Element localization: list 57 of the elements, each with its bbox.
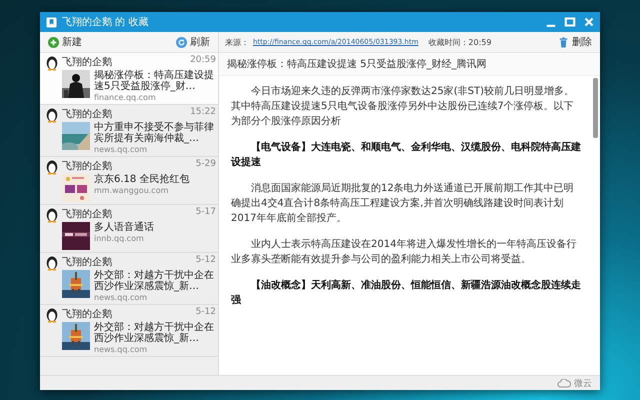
item-headline: 京东6.18 全民抢红包 [94, 174, 190, 185]
new-button[interactable]: 新建 [46, 35, 84, 49]
author-name: 飞翔的企鹅 [62, 256, 112, 269]
penguin-icon [45, 107, 59, 123]
favorite-item[interactable]: 飞翔的企鹅 5-17 多人语音通话 innb.qq.com [40, 205, 218, 253]
author-name: 飞翔的企鹅 [62, 208, 112, 221]
item-time: 5-12 [196, 255, 216, 267]
penguin-icon [45, 255, 59, 271]
author-name: 飞翔的企鹅 [62, 160, 112, 173]
paragraph: 今日市场迎来久违的反弹两市涨停家数达25家(非ST)较前几日明显增多。其中特高压建设提速5只电气设备股涨停另外中达股份已连续7个涨停板。以下为部分个股涨停原因分析 [231, 84, 575, 129]
scrollbar[interactable] [593, 78, 598, 138]
favorite-item[interactable]: 飞翔的企鹅 20:59 揭秘涨停板：特高压建设提速5只受益股涨停_财… finance.qq.com [40, 53, 218, 105]
item-domain: mm.wanggou.com [94, 186, 170, 195]
paragraph: 业内人士表示特高压建设在2014年将进入爆发性增长的一年特高压设备行业多寡头垄断能有效提升参与公司的盈利能力相关上市公司将受益。 [231, 238, 578, 267]
item-time: 5-17 [196, 207, 216, 219]
cloud-icon [557, 378, 571, 388]
maximize-icon[interactable] [563, 15, 577, 29]
item-domain: news.qq.com [94, 293, 148, 302]
item-domain: finance.qq.com [94, 93, 157, 102]
author-name: 飞翔的企鹅 [62, 308, 112, 321]
favorite-item[interactable]: 飞翔的企鹅 15:22 中方重申不接受不参与菲律宾所提有关南海仲裁_… news.qq.com [40, 105, 218, 157]
penguin-icon [45, 207, 59, 223]
penguin-icon [45, 307, 59, 323]
trash-icon [558, 36, 569, 48]
saved-time: 收藏时间：20:59 [428, 36, 492, 48]
penguin-icon [45, 159, 59, 175]
item-headline: 中方重申不接受不参与菲律宾所提有关南海仲裁_… [94, 122, 215, 144]
refresh-button[interactable]: 刷新 [174, 35, 212, 49]
item-domain: news.qq.com [94, 345, 148, 354]
item-time: 5-29 [196, 159, 216, 171]
penguin-icon [45, 55, 59, 71]
section-heading: 【油改概念】天利高新、准油股份、恒能恒信、新疆浩源油改概念股连续走强 [231, 278, 581, 308]
item-time: 20:59 [190, 55, 216, 67]
article-title: 揭秘涨停板：特高压建设提速 5只受益股涨停_财经_腾讯网 [219, 53, 600, 76]
item-time: 5-12 [196, 307, 216, 319]
item-domain: innb.qq.com [94, 234, 145, 243]
close-icon[interactable] [582, 15, 596, 29]
item-headline: 多人语音通话 [94, 222, 155, 233]
author-name: 飞翔的企鹅 [62, 108, 112, 121]
delete-button[interactable]: 删除 [556, 35, 594, 49]
refresh-icon [176, 36, 187, 48]
plus-icon [48, 36, 59, 48]
item-headline: 外交部：对越方干扰中企在西沙作业深感震惊_新… [94, 270, 215, 292]
section-heading: 【电气设备】大连电瓷、和顺电气、金利华电、汉缆股份、电科院特高压建设提速 [231, 140, 581, 170]
favorite-item[interactable]: 飞翔的企鹅 5-12 外交部：对越方干扰中企在西沙作业深感震惊_新… news.qq.com [40, 305, 218, 357]
author-name: 飞翔的企鹅 [62, 56, 112, 69]
item-headline: 外交部：对越方干扰中企在西沙作业深感震惊_新… [94, 322, 215, 344]
item-time: 15:22 [190, 107, 216, 119]
item-headline: 揭秘涨停板：特高压建设提速5只受益股涨停_财… [94, 70, 215, 92]
bookmark-icon [46, 16, 57, 28]
window-title: 飞翔的企鹅 的 收藏 [62, 16, 148, 29]
source-label: 来源： [225, 36, 249, 48]
item-domain: news.qq.com [94, 145, 148, 154]
favorite-item[interactable]: 飞翔的企鹅 5-29 京东6.18 全民抢红包 mm.wanggou.com [40, 157, 218, 205]
paragraph: 消息面国家能源局近期批复的12条电力外送通道已开展前期工作其中已明确提出4交4直合计8条特高压工程建设方案,并首次明确线路建设时间表计划2017年年底前全部投产。 [231, 182, 575, 226]
favorite-item[interactable]: 飞翔的企鹅 5-12 外交部：对越方干扰中企在西沙作业深感震惊_新… news.qq.com [40, 253, 218, 305]
status-label: 微云 [574, 378, 592, 390]
